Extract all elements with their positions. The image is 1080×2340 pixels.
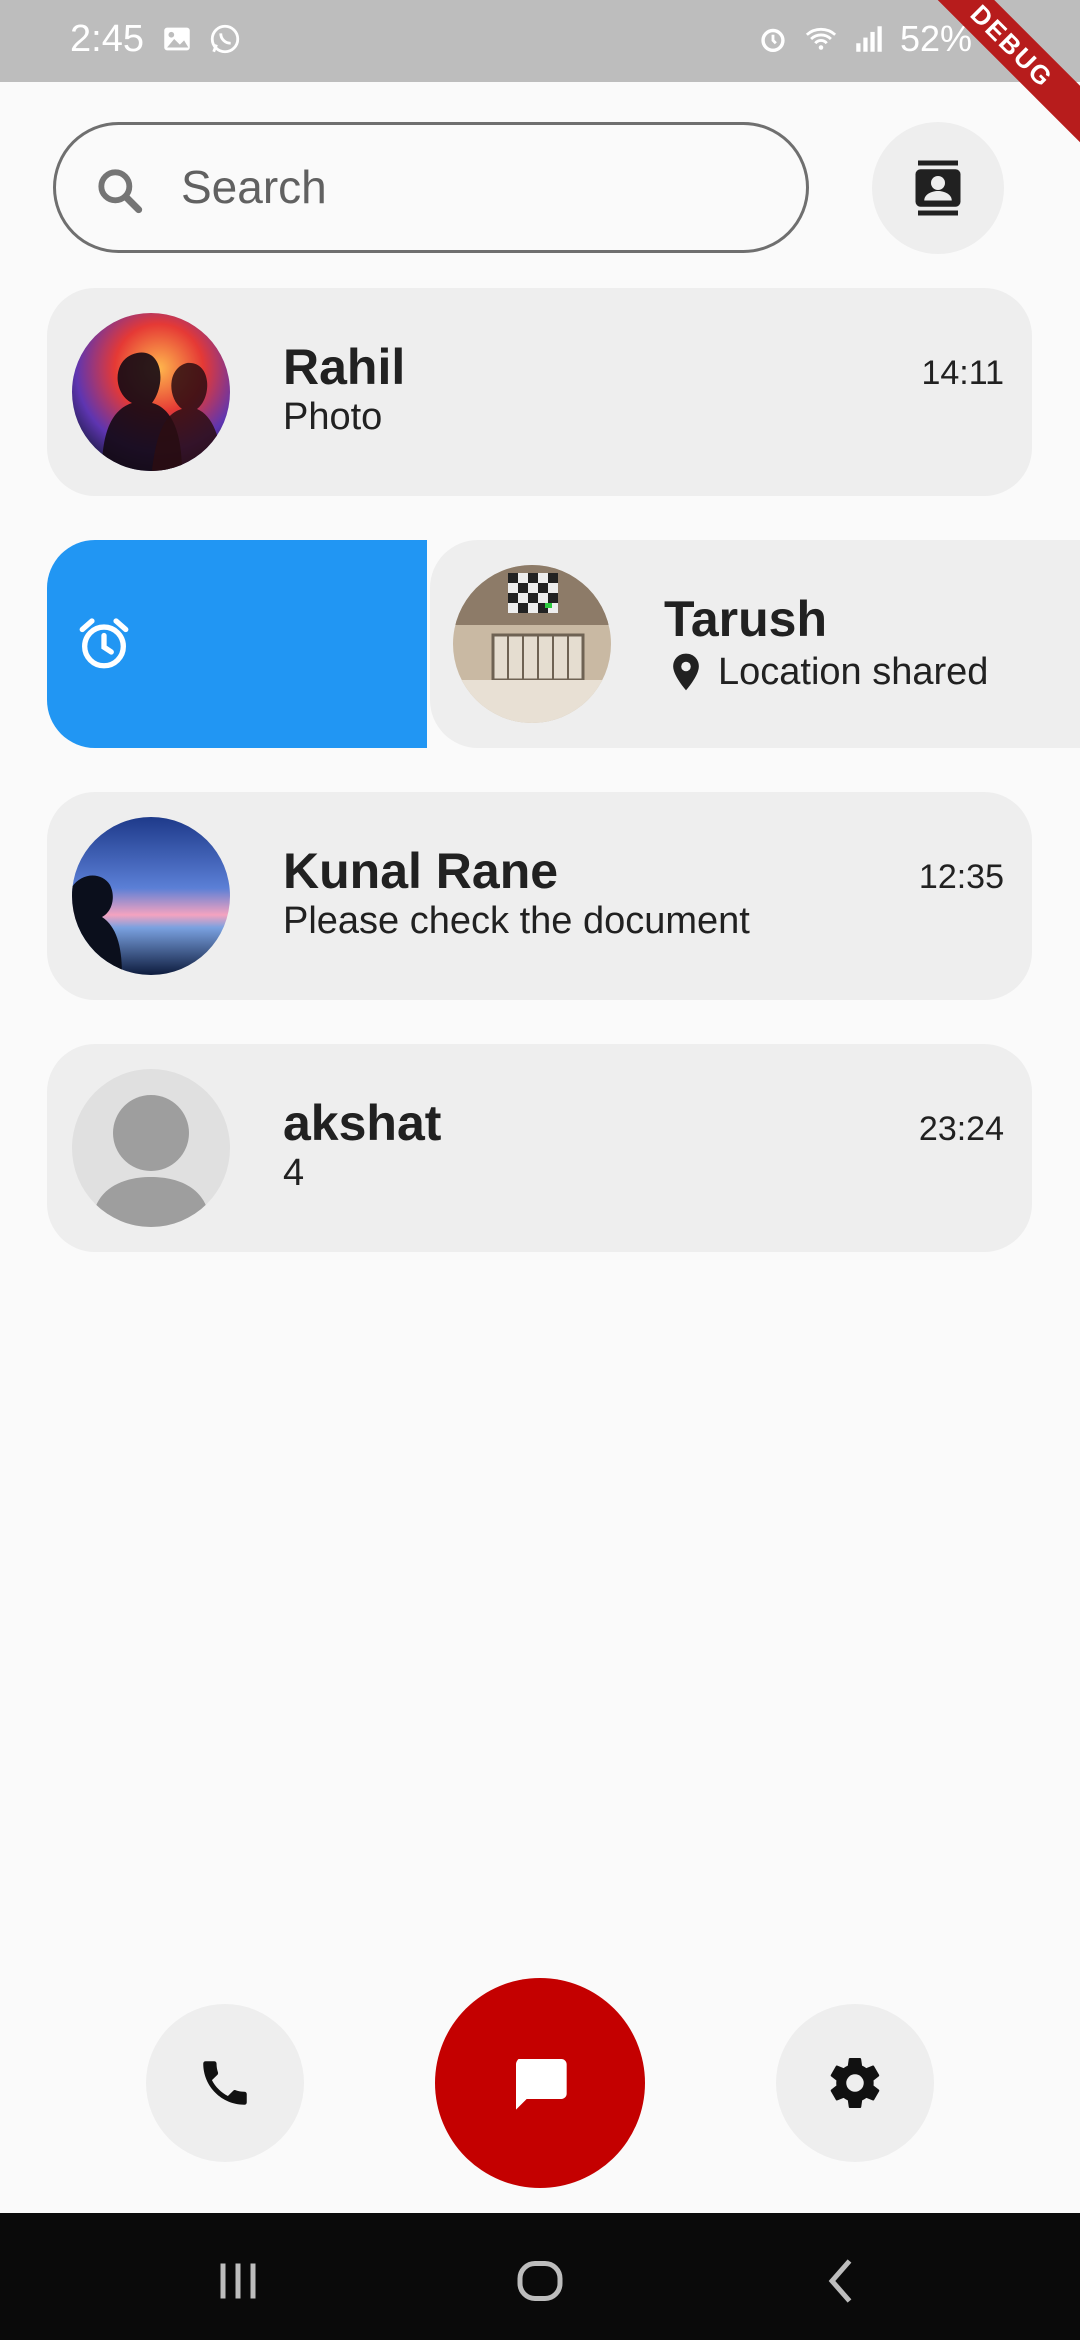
avatar-placeholder — [72, 1069, 230, 1227]
chat-item-rahil[interactable]: Rahil Photo 14:11 — [47, 288, 1032, 496]
chat-time: 12:35 — [918, 858, 1004, 896]
person-icon — [92, 1095, 210, 1227]
image-icon — [164, 27, 190, 51]
chat-preview: Location shared — [664, 650, 988, 694]
alarm-status-icon — [761, 28, 785, 53]
chat-icon — [516, 2059, 567, 2110]
back-icon[interactable] — [812, 2251, 872, 2311]
system-nav-bar — [0, 2213, 1080, 2340]
location-pin-icon — [673, 653, 699, 691]
chat-preview: 4 — [283, 1152, 305, 1194]
chat-name: akshat — [283, 1095, 442, 1151]
chat-list-screen: 2:45 52% DEBUG Search Rahil Photo 14:11 … — [0, 0, 1080, 2340]
avatar — [72, 313, 230, 471]
search-input[interactable] — [181, 147, 781, 227]
chat-time: 14:11 — [921, 354, 1004, 392]
wifi-icon — [805, 27, 837, 50]
chat-item-kunal-rane[interactable]: Kunal Rane Please check the document 12:… — [47, 792, 1032, 1000]
contacts-icon — [915, 160, 961, 216]
status-bar: 2:45 52% DEBUG — [0, 0, 1080, 153]
phone-icon — [203, 2061, 247, 2105]
chat-preview: Photo — [283, 396, 383, 438]
swipe-action-remind[interactable] — [47, 540, 427, 748]
chats-button[interactable] — [435, 1978, 645, 2188]
calls-button[interactable] — [146, 2004, 304, 2162]
gear-icon — [830, 2058, 880, 2109]
chat-name: Tarush — [664, 591, 827, 647]
recent-apps-icon[interactable] — [208, 2251, 268, 2311]
chat-preview: Please check the document — [283, 900, 750, 942]
chat-name: Kunal Rane — [283, 843, 559, 899]
contacts-button[interactable] — [872, 122, 1004, 254]
chat-item-tarush[interactable]: Tarush Location shared — [430, 540, 1080, 748]
avatar — [453, 565, 611, 723]
notification-icons — [160, 22, 242, 56]
chat-time: 23:24 — [918, 1110, 1004, 1148]
whatsapp-icon — [210, 24, 240, 54]
search-icon — [98, 169, 143, 214]
location-text: Location shared — [718, 650, 989, 693]
chat-item-akshat[interactable]: akshat 4 23:24 — [47, 1044, 1032, 1252]
signal-icon — [856, 26, 882, 52]
settings-button[interactable] — [776, 2004, 934, 2162]
avatar — [72, 817, 230, 975]
home-icon[interactable] — [510, 2251, 570, 2311]
chat-name: Rahil — [283, 339, 406, 395]
status-time: 2:45 — [70, 18, 144, 60]
alarm-icon — [79, 618, 129, 669]
search-bar[interactable] — [53, 122, 809, 253]
